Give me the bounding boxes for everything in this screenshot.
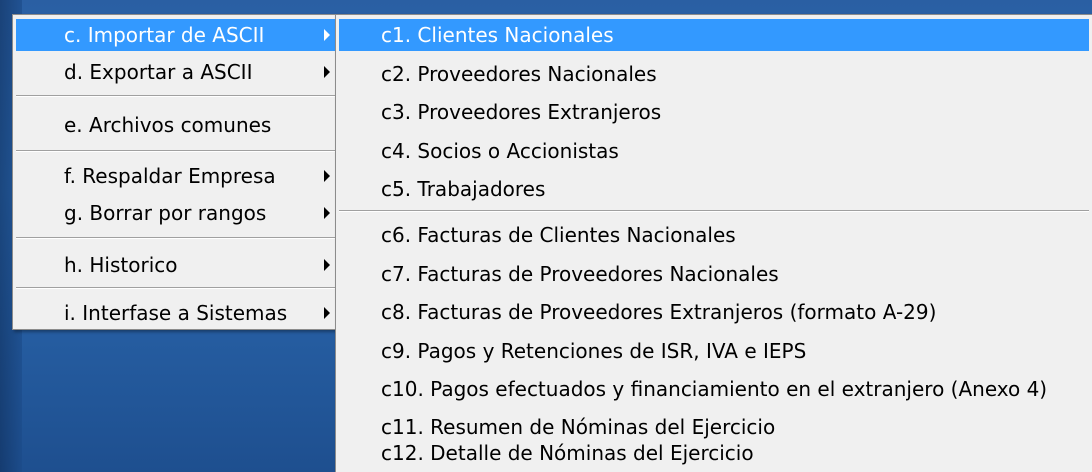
submenu-item-c12[interactable]: c12. Detalle de Nóminas del Ejercicio	[339, 437, 1089, 469]
submenu-item-c1[interactable]: c1. Clientes Nacionales	[339, 19, 1089, 51]
submenu-item-label: c3. Proveedores Extranjeros	[381, 100, 662, 124]
submenu-arrow-icon	[324, 170, 330, 182]
menu-separator	[16, 150, 340, 152]
menu-item-label: i. Interfase a Sistemas	[64, 301, 288, 325]
menu-item-label: e. Archivos comunes	[64, 113, 272, 137]
menu-item-label: c. Importar de ASCII	[64, 23, 265, 47]
menu-item-interfase-sistemas[interactable]: i. Interfase a Sistemas	[16, 297, 340, 329]
submenu-item-c9[interactable]: c9. Pagos y Retenciones de ISR, IVA e IE…	[339, 335, 1089, 367]
submenu-item-c8[interactable]: c8. Facturas de Proveedores Extranjeros …	[339, 296, 1089, 328]
menu-item-label: g. Borrar por rangos	[64, 201, 267, 225]
menu-separator	[16, 95, 340, 97]
submenu-item-c5[interactable]: c5. Trabajadores	[339, 173, 1089, 205]
submenu-importar-ascii: c1. Clientes Nacionales c2. Proveedores …	[335, 14, 1092, 472]
submenu-item-label: c2. Proveedores Nacionales	[381, 62, 657, 86]
menu-item-respaldar-empresa[interactable]: f. Respaldar Empresa	[16, 160, 340, 192]
submenu-item-label: c6. Facturas de Clientes Nacionales	[381, 223, 736, 247]
submenu-arrow-icon	[324, 207, 330, 219]
submenu-arrow-icon	[324, 66, 330, 78]
submenu-item-c10[interactable]: c10. Pagos efectuados y financiamiento e…	[339, 373, 1089, 405]
menu-item-exportar-ascii[interactable]: d. Exportar a ASCII	[16, 56, 340, 88]
submenu-arrow-icon	[324, 307, 330, 319]
submenu-item-c6[interactable]: c6. Facturas de Clientes Nacionales	[339, 219, 1089, 251]
submenu-item-c2[interactable]: c2. Proveedores Nacionales	[339, 58, 1089, 90]
menu-separator	[16, 237, 340, 239]
submenu-item-label: c4. Socios o Accionistas	[381, 139, 619, 163]
submenu-item-label: c5. Trabajadores	[381, 177, 546, 201]
context-menu: c. Importar de ASCII d. Exportar a ASCII…	[12, 14, 344, 330]
submenu-item-label: c8. Facturas de Proveedores Extranjeros …	[381, 300, 937, 324]
submenu-item-label: c7. Facturas de Proveedores Nacionales	[381, 262, 779, 286]
menu-item-historico[interactable]: h. Historico	[16, 249, 340, 281]
submenu-separator	[339, 210, 1089, 212]
menu-item-importar-ascii[interactable]: c. Importar de ASCII	[16, 19, 340, 51]
submenu-item-c3[interactable]: c3. Proveedores Extranjeros	[339, 96, 1089, 128]
submenu-arrow-icon	[324, 29, 330, 41]
menu-item-label: d. Exportar a ASCII	[64, 60, 253, 84]
menu-item-archivos-comunes[interactable]: e. Archivos comunes	[16, 109, 340, 141]
menu-item-borrar-rangos[interactable]: g. Borrar por rangos	[16, 197, 340, 229]
submenu-arrow-icon	[324, 259, 330, 271]
submenu-item-c4[interactable]: c4. Socios o Accionistas	[339, 135, 1089, 167]
submenu-item-c7[interactable]: c7. Facturas de Proveedores Nacionales	[339, 258, 1089, 290]
menu-separator	[16, 287, 340, 289]
submenu-item-label: c9. Pagos y Retenciones de ISR, IVA e IE…	[381, 339, 807, 363]
submenu-item-label: c1. Clientes Nacionales	[381, 23, 614, 47]
submenu-item-label: c12. Detalle de Nóminas del Ejercicio	[381, 441, 754, 465]
menu-item-label: f. Respaldar Empresa	[64, 164, 276, 188]
submenu-item-label: c10. Pagos efectuados y financiamiento e…	[381, 377, 1048, 401]
menu-item-label: h. Historico	[64, 253, 178, 277]
